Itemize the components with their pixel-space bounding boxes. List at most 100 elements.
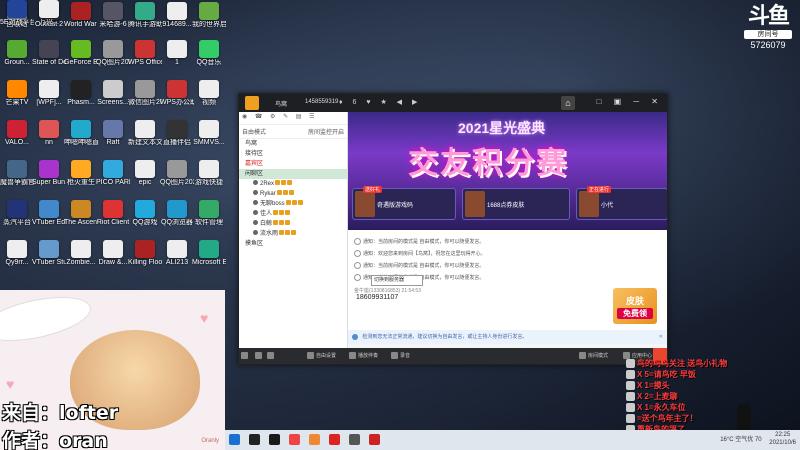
- event-banner[interactable]: 2021星光盛典 交友积分赛 奇遇版游戏码 送好礼 1688点券皮肤 小代 正在进行: [348, 112, 667, 230]
- desktop-icon[interactable]: WPS办公助手: [160, 80, 194, 120]
- badge-icon: [275, 180, 281, 185]
- desktop-icon[interactable]: GeForce Experie...: [64, 40, 98, 80]
- desktop-icon[interactable]: The Ascent: [64, 200, 98, 240]
- desktop-icon[interactable]: ALI213: [162, 240, 192, 280]
- tree-item[interactable]: 接待区: [239, 149, 347, 159]
- tree-item[interactable]: 无聊boss: [239, 199, 347, 209]
- taskbar-app-icon[interactable]: [369, 434, 380, 445]
- desktop-icon[interactable]: Killing Floor: [128, 240, 162, 280]
- title-bar[interactable]: 鸟窝 1458559319 ♦ 6 ♥ ★ ◀ ▶ ⌂ □ ▣ ─ ✕: [239, 94, 667, 112]
- tree-item[interactable]: 佳人: [239, 209, 347, 219]
- panel-toolbar[interactable]: ◉ ☎ ⚙ ✎ ▤ ☰: [239, 112, 347, 125]
- desktop-icon[interactable]: QQ图片2021062...: [96, 40, 130, 80]
- taskbar-app-icon[interactable]: [349, 434, 360, 445]
- monitor-label[interactable]: 房间监控开启: [308, 127, 344, 136]
- tree-item[interactable]: 流水雨: [239, 229, 347, 239]
- desktop-icon[interactable]: 游戏快捷: [194, 160, 224, 200]
- desktop-icon[interactable]: 呻嗯呻嗯直播: [64, 120, 98, 160]
- cat-silhouette: [737, 404, 751, 430]
- toolbar-item[interactable]: 播放伴奏: [349, 348, 378, 364]
- tree-item[interactable]: 闲聊区: [239, 169, 347, 179]
- taskbar-app-icon[interactable]: [309, 434, 320, 445]
- desktop-icon[interactable]: Qy9rr...: [2, 240, 32, 280]
- toolbar-item[interactable]: [241, 348, 250, 364]
- notice-icon: [354, 238, 361, 246]
- clock[interactable]: 22:25 2021/10/6: [769, 431, 796, 447]
- desktop-icon[interactable]: QQ浏览器: [161, 200, 193, 240]
- toolbar-item[interactable]: 录音: [391, 348, 410, 364]
- taskbar-app-icon[interactable]: [269, 434, 280, 445]
- desktop-icon[interactable]: Phasm...: [66, 80, 96, 120]
- desktop-icon[interactable]: QQ游戏: [130, 200, 160, 240]
- desktop-icon[interactable]: 米哈游-6: [98, 2, 128, 42]
- taskbar-app-icon[interactable]: [289, 434, 300, 445]
- desktop-icon[interactable]: PICO PARK: [96, 160, 130, 200]
- desktop-icon[interactable]: 腾讯手游助手: [128, 2, 162, 42]
- desktop-icon[interactable]: VTuber Editor: [32, 200, 66, 240]
- desktop-icon[interactable]: 视频: [194, 80, 224, 120]
- toolbar-item[interactable]: 房间模式: [579, 348, 608, 364]
- desktop-icon[interactable]: 微信图片2021...: [128, 80, 162, 120]
- promo-card[interactable]: 奇遇版游戏码 送好礼: [352, 186, 456, 220]
- desktop-icon[interactable]: 魔兽争霸官方对战: [0, 160, 34, 200]
- desktop-icon[interactable]: epic: [130, 160, 160, 200]
- taskbar-app-icon[interactable]: [329, 434, 340, 445]
- desktop-icon[interactable]: nn: [34, 120, 64, 160]
- promo-card[interactable]: 小代 正在进行: [576, 186, 667, 220]
- title-tools[interactable]: ♦ 6 ♥ ★ ◀ ▶: [339, 98, 421, 106]
- fan-artwork: ♥ ♥ 来自：lofter 作者：oran Oranly: [0, 290, 225, 450]
- promo-card[interactable]: 1688点券皮肤: [462, 188, 570, 220]
- tree-item[interactable]: 鸟窝: [239, 139, 347, 149]
- home-icon[interactable]: ⌂: [561, 96, 575, 110]
- weather[interactable]: 16°C 空气优 70: [720, 437, 761, 443]
- window-controls[interactable]: □ ▣ ─ ✕: [597, 97, 663, 106]
- desktop-icon[interactable]: 新建文本文档: [128, 120, 162, 160]
- tree-item[interactable]: 白鲸: [239, 219, 347, 229]
- desktop-icon[interactable]: 直播伴侣: [162, 120, 192, 160]
- desktop-icon[interactable]: Zombie...: [66, 240, 96, 280]
- desktop-icon[interactable]: Raft: [98, 120, 128, 160]
- desktop-icon[interactable]: [WPF]...: [34, 80, 64, 120]
- desktop-icon[interactable]: Groun...: [2, 40, 32, 80]
- badge-icon: [288, 190, 294, 195]
- desktop-icon[interactable]: 914689...: [162, 2, 192, 42]
- desktop-icon[interactable]: Super Bun...: [32, 160, 66, 200]
- desktop-icon[interactable]: Screens...: [97, 80, 129, 120]
- desktop-icon-label: SMMVS...: [193, 139, 225, 146]
- close-icon[interactable]: ✕: [659, 330, 663, 344]
- desktop-icon[interactable]: VALO...: [2, 120, 32, 160]
- desktop-icon[interactable]: Riot Client: [97, 200, 129, 240]
- tree-item[interactable]: 嘉宾区: [239, 159, 347, 169]
- desktop-icon[interactable]: 万兴...: [34, 0, 64, 40]
- app-icon: [103, 240, 123, 258]
- taskbar-app-icon[interactable]: [249, 434, 260, 445]
- mode-label[interactable]: 自由模式: [242, 130, 266, 136]
- card-thumbnail: [355, 191, 375, 217]
- desktop-icon[interactable]: State of Decay 2: [32, 40, 66, 80]
- tree-item[interactable]: 摸鱼区: [239, 239, 347, 249]
- desktop-icon[interactable]: Draw &...: [98, 240, 128, 280]
- toolbar-item[interactable]: 自由设置: [307, 348, 336, 364]
- desktop-icon[interactable]: Microsoft Edge: [192, 240, 226, 280]
- toolbar-item[interactable]: [267, 348, 276, 364]
- desktop-icon[interactable]: 枪火重生: [66, 160, 96, 200]
- toolbar-item[interactable]: [255, 348, 264, 364]
- desktop-icon[interactable]: 软件管理: [194, 200, 224, 240]
- app-icon: [71, 40, 91, 58]
- desktop-icon[interactable]: SMMVS...: [193, 120, 225, 160]
- desktop-icon[interactable]: 我的世界启动器: [192, 2, 226, 42]
- system-message-text: 通知：当前房间的模式是 自由模式，你可以随便发言。: [363, 239, 485, 245]
- tree-item[interactable]: Rykar: [239, 189, 347, 199]
- desktop-icon[interactable]: 蒸汽平台: [2, 200, 32, 240]
- taskbar-app-icon[interactable]: [229, 434, 240, 445]
- desktop-icon[interactable]: 1: [162, 40, 192, 80]
- desktop-icon[interactable]: VTuber Studio: [32, 240, 66, 280]
- tree-item[interactable]: 2Rex: [239, 179, 347, 189]
- free-skin-ad[interactable]: 皮肤 免费领: [613, 288, 657, 324]
- desktop-icon[interactable]: World War Z: [64, 2, 98, 42]
- desktop-icon[interactable]: WPS Office: [128, 40, 162, 80]
- desktop-icon[interactable]: QQ音乐: [194, 40, 224, 80]
- desktop-icon[interactable]: 5E对战平台: [0, 0, 34, 40]
- desktop-icon[interactable]: 芒果TV: [2, 80, 32, 120]
- desktop-icon[interactable]: QQ图片2021082...: [160, 160, 194, 200]
